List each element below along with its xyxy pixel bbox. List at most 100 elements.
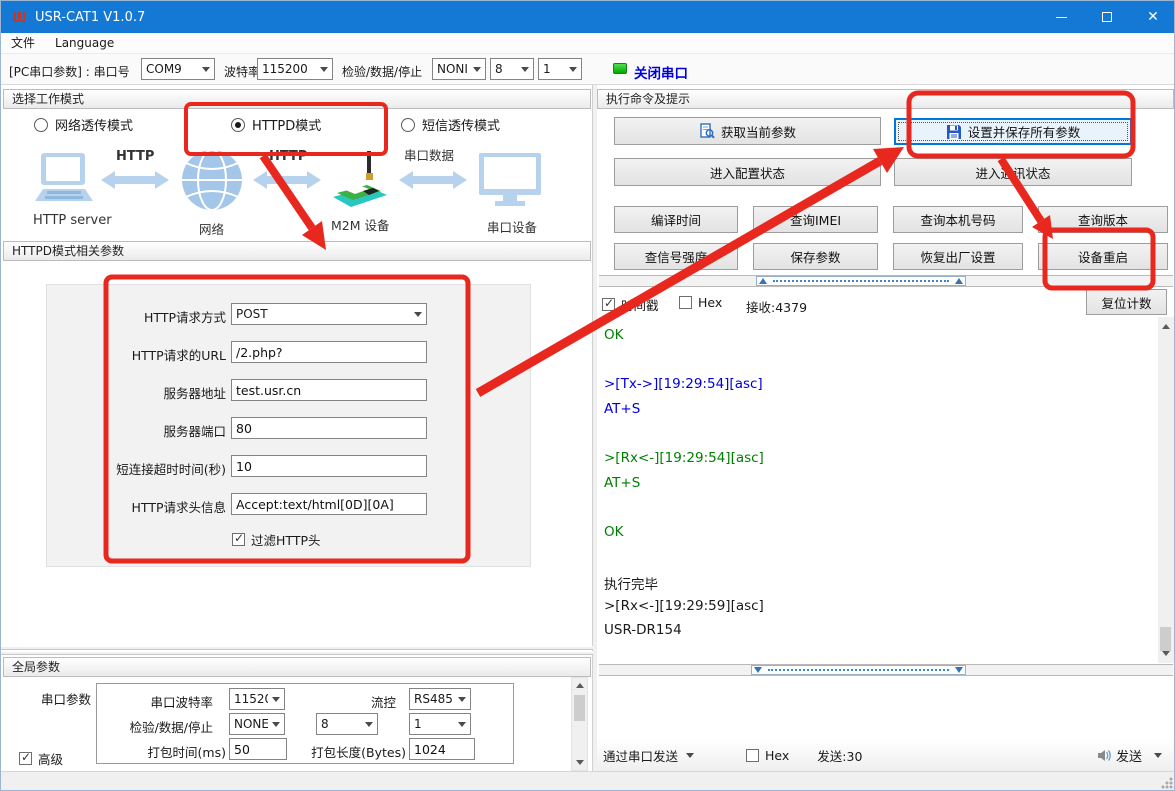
scroll-down-icon[interactable] bbox=[572, 755, 587, 770]
left-bottom-scrollbar[interactable] bbox=[571, 677, 588, 771]
close-button[interactable]: ✕ bbox=[1130, 1, 1175, 33]
radio-net-passthrough[interactable]: 网络透传模式 bbox=[34, 115, 133, 134]
scroll-up-icon[interactable] bbox=[1158, 319, 1173, 334]
radio-icon bbox=[231, 118, 245, 132]
sent-count: 发送:30 bbox=[817, 746, 862, 765]
baud-select[interactable]: 115200 bbox=[257, 58, 333, 80]
query-imei-button[interactable]: 查询IMEI bbox=[753, 206, 878, 233]
factory-reset-button[interactable]: 恢复出厂设置 bbox=[893, 243, 1023, 270]
global-params-header: 全局参数 bbox=[3, 657, 591, 677]
chevron-down-icon[interactable] bbox=[1154, 753, 1162, 758]
form-row: HTTP请求头信息 bbox=[21, 493, 461, 515]
horizontal-splitter[interactable] bbox=[1, 646, 593, 650]
send-hex-checkbox[interactable]: Hex bbox=[746, 748, 789, 763]
filter-http-header-checkbox[interactable]: 过滤HTTP头 bbox=[232, 530, 321, 549]
parity-label: 检验/数据/停止 bbox=[342, 63, 422, 80]
server-port-input[interactable] bbox=[231, 417, 427, 439]
query-version-button[interactable]: 查询版本 bbox=[1038, 206, 1168, 233]
set-save-all-params-button[interactable]: 设置并保存所有参数 bbox=[894, 118, 1132, 145]
form-row: HTTP请求的URL bbox=[21, 341, 461, 363]
checkbox-icon bbox=[602, 298, 615, 311]
short-conn-timeout-input[interactable] bbox=[231, 455, 427, 477]
gp-parity-select[interactable]: NONE bbox=[229, 713, 285, 735]
form-row: 服务器端口 bbox=[21, 417, 461, 439]
scroll-right-icon bbox=[955, 278, 963, 284]
get-params-button[interactable]: 获取当前参数 bbox=[614, 117, 881, 145]
m2m-device-icon bbox=[329, 149, 391, 211]
http-method-select[interactable]: POST bbox=[231, 303, 427, 325]
gp-baud-select[interactable]: 115200 bbox=[229, 688, 285, 710]
log-hscrollbar[interactable] bbox=[599, 275, 1173, 287]
gp-baud-label: 串口波特率 bbox=[121, 692, 213, 711]
field-label: 服务器端口 bbox=[66, 421, 226, 440]
log-line: OK bbox=[604, 327, 623, 343]
chevron-down-icon bbox=[361, 722, 377, 727]
work-mode-header: 选择工作模式 bbox=[3, 89, 591, 109]
databits-select[interactable]: 8 bbox=[490, 58, 534, 80]
gp-packlen-input[interactable] bbox=[409, 738, 475, 760]
query-local-number-button[interactable]: 查询本机号码 bbox=[893, 206, 1023, 233]
resize-grip[interactable] bbox=[1161, 777, 1173, 789]
laptop-icon bbox=[29, 151, 99, 209]
query-signal-button[interactable]: 查信号强度 bbox=[614, 243, 738, 270]
gp-flow-label: 流控 bbox=[356, 692, 396, 711]
gp-flow-select[interactable]: RS485 bbox=[409, 688, 471, 710]
stopbits-select[interactable]: 1 bbox=[538, 58, 582, 80]
diagram-node-label: 网络 bbox=[199, 219, 224, 238]
scroll-down-icon[interactable] bbox=[1158, 646, 1173, 661]
form-row: 短连接超时时间(秒) bbox=[21, 455, 461, 477]
advanced-checkbox[interactable]: 高级 bbox=[19, 749, 63, 768]
gp-packtime-input[interactable] bbox=[229, 738, 287, 760]
radio-icon bbox=[34, 118, 48, 132]
server-address-input[interactable] bbox=[231, 379, 427, 401]
http-url-input[interactable] bbox=[231, 341, 427, 363]
enter-comm-state-button[interactable]: 进入通讯状态 bbox=[894, 158, 1132, 186]
scrollbar-thumb[interactable] bbox=[751, 665, 966, 675]
reset-count-button[interactable]: 复位计数 bbox=[1086, 289, 1167, 315]
maximize-button[interactable] bbox=[1084, 1, 1130, 33]
compile-time-button[interactable]: 编译时间 bbox=[614, 206, 738, 233]
scrollbar-thumb[interactable] bbox=[756, 276, 966, 286]
doc-search-icon bbox=[699, 123, 715, 139]
menu-language[interactable]: Language bbox=[45, 33, 124, 53]
chevron-down-icon bbox=[268, 722, 284, 727]
parity-select[interactable]: NONI bbox=[432, 58, 486, 80]
menu-file[interactable]: 文件 bbox=[1, 33, 45, 53]
close-port-button[interactable]: 关闭串口 bbox=[634, 62, 688, 82]
field-label: 服务器地址 bbox=[66, 383, 226, 402]
device-restart-button[interactable]: 设备重启 bbox=[1038, 243, 1168, 270]
log-hscrollbar-2[interactable] bbox=[599, 664, 1173, 676]
radio-httpd-mode[interactable]: HTTPD模式 bbox=[231, 115, 321, 134]
enter-config-state-button[interactable]: 进入配置状态 bbox=[614, 158, 881, 186]
log-line: USR-DR154 bbox=[604, 622, 682, 638]
log-line: >[Rx<-][19:29:59][asc] bbox=[604, 598, 764, 614]
gp-stopbits-select[interactable]: 1 bbox=[409, 713, 471, 735]
double-arrow-icon bbox=[101, 169, 169, 191]
send-button[interactable]: 发送 bbox=[1116, 746, 1142, 765]
baud-label: 波特率 bbox=[224, 63, 260, 80]
scrollbar-thumb[interactable] bbox=[574, 695, 585, 721]
send-via-serial-dropdown[interactable]: 通过串口发送 bbox=[603, 746, 678, 765]
timestamp-checkbox[interactable]: 时间戳 bbox=[602, 295, 659, 314]
httpd-params-header: HTTPD模式相关参数 bbox=[3, 241, 591, 261]
save-params-button[interactable]: 保存参数 bbox=[753, 243, 878, 270]
checkbox-icon bbox=[19, 752, 32, 765]
diagram-link-label: HTTP bbox=[269, 149, 307, 164]
chevron-down-icon bbox=[198, 67, 214, 72]
recv-hex-checkbox[interactable]: Hex bbox=[679, 295, 722, 310]
receive-log[interactable]: OK>[Tx->][19:29:54][asc]AT+S>[Rx<-][19:2… bbox=[597, 317, 1175, 663]
chevron-down-icon[interactable] bbox=[686, 753, 694, 758]
http-header-input[interactable] bbox=[231, 493, 427, 515]
globe-icon bbox=[181, 149, 243, 211]
chevron-down-icon bbox=[517, 67, 533, 72]
log-vscrollbar[interactable] bbox=[1158, 317, 1175, 663]
horizontal-splitter[interactable] bbox=[1, 651, 593, 655]
gp-databits-select[interactable]: 8 bbox=[316, 713, 378, 735]
scroll-up-icon[interactable] bbox=[572, 678, 587, 693]
serial-params-label: 串口参数 bbox=[31, 689, 91, 708]
window-title: USR-CAT1 V1.0.7 bbox=[35, 10, 145, 25]
chevron-down-icon bbox=[454, 697, 470, 702]
radio-sms-passthrough[interactable]: 短信透传模式 bbox=[401, 115, 500, 134]
com-port-select[interactable]: COM9 bbox=[141, 58, 215, 80]
minimize-button[interactable] bbox=[1038, 1, 1084, 33]
